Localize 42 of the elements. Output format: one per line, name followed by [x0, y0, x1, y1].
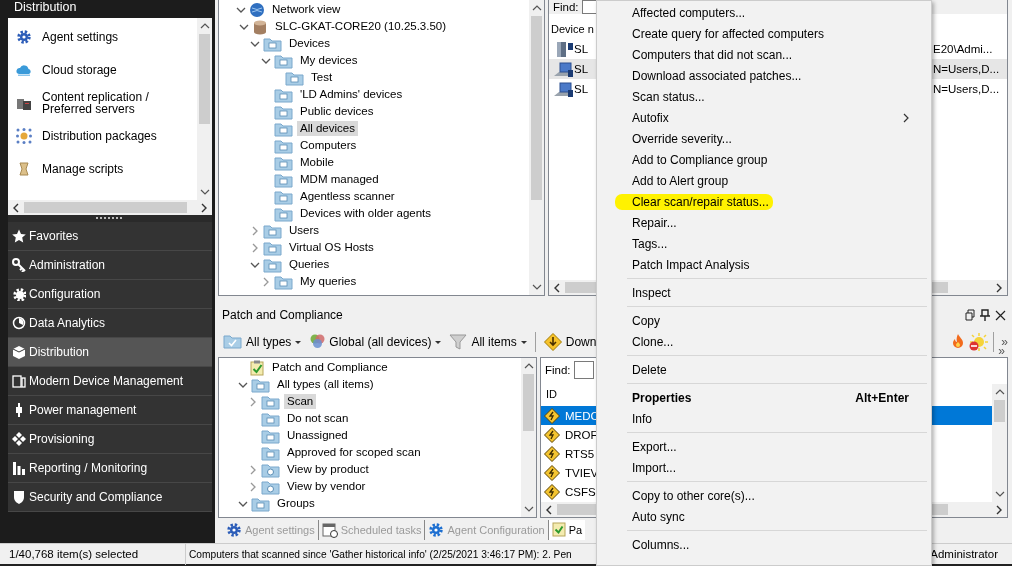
menu-label: Computers that did not scan... — [632, 47, 793, 62]
menu-label: Columns... — [632, 537, 690, 552]
status-text: 1/40,768 item(s) selected — [0, 543, 186, 565]
menu-label: Auto sync — [632, 509, 685, 524]
menu-label: Clone... — [632, 334, 674, 349]
menu-label: Copy — [632, 313, 660, 328]
menu-label: Import... — [632, 460, 676, 475]
menu-label: Export... — [632, 439, 677, 454]
menu-label: Create query for affected computers — [632, 26, 824, 41]
menu-label: Override severity... — [632, 131, 732, 146]
shortcut-text: Alt+Enter — [855, 390, 909, 405]
menu-label: Affected computers... — [632, 5, 746, 20]
menu-label: Info — [632, 411, 652, 426]
table-cell: SL — [574, 63, 589, 75]
status-text: Administrator — [930, 548, 999, 560]
menu-label: Tags... — [632, 236, 668, 251]
menu-label: Delete — [632, 362, 667, 377]
menu-label: Add to Compliance group — [632, 152, 768, 167]
table-cell: RTS5 — [565, 447, 595, 460]
menu-label: Patch Impact Analysis — [632, 257, 750, 272]
find-label: Find: — [553, 1, 579, 13]
menu-label: Scan status... — [632, 89, 705, 104]
table-cell: SL — [574, 43, 589, 55]
status-text: Computers that scanned since 'Gather historical info' (2/25/2021 3:46:17 PM): 2. Pen — [188, 548, 572, 560]
menu-label: Properties — [632, 390, 692, 405]
menu-label: Repair... — [632, 215, 677, 230]
menu-label: Inspect — [632, 285, 671, 300]
table-cell: MEDC — [565, 409, 599, 422]
panel-title: Patch and Compliance — [222, 308, 343, 322]
table-cell: CSFS — [565, 485, 596, 498]
table-cell: SL — [574, 83, 589, 95]
menu-label: Copy to other core(s)... — [632, 488, 755, 503]
menu-label: Add to Alert group — [632, 173, 729, 188]
table-cell: N=Users,D... — [933, 63, 999, 75]
panel-title: Distribution — [13, 0, 77, 16]
menu-label: Download associated patches... — [632, 68, 802, 83]
table-cell-text: E20\Admi... — [933, 43, 994, 55]
menu-label: Clear scan/repair status... — [615, 193, 773, 210]
table-cell: N=Users,D... — [933, 83, 999, 95]
table-cell: DROF — [565, 428, 598, 441]
find-label: Find: — [545, 364, 571, 376]
menu-label: Autofix — [632, 110, 669, 125]
